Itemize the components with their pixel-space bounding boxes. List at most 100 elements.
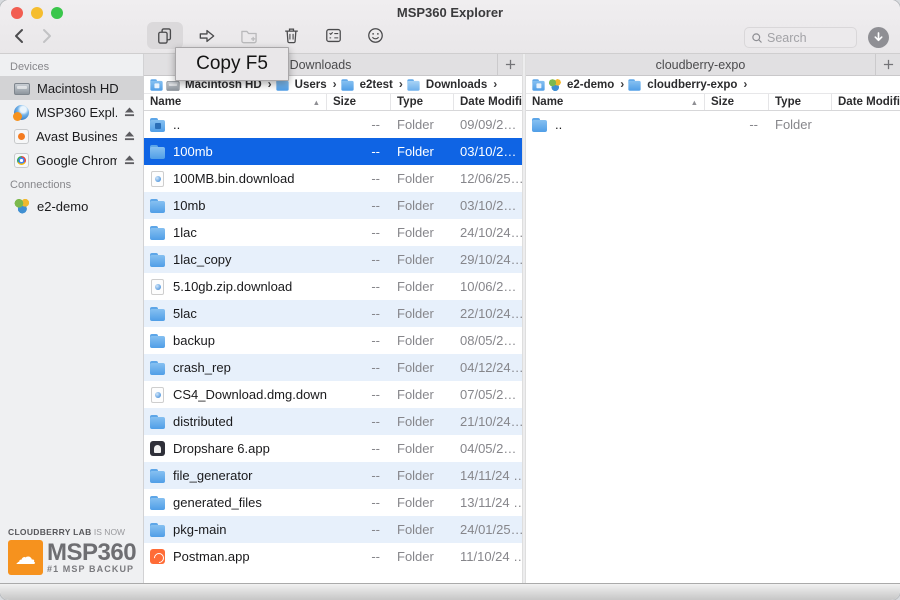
column-header-name[interactable]: Name: [526, 94, 705, 110]
breadcrumb-item-downloads[interactable]: Downloads: [405, 77, 487, 93]
file-name-cell: ..: [526, 117, 705, 133]
column-header-name[interactable]: Name: [144, 94, 327, 110]
breadcrumb-label: Users: [295, 79, 327, 91]
window-bottom-edge[interactable]: [0, 583, 900, 600]
file-row-1lac-copy[interactable]: 1lac_copy--Folder29/10/24…: [144, 246, 522, 273]
file-date-cell: 14/11/24 …: [454, 468, 522, 483]
download-icon: [873, 32, 884, 44]
file-size-cell: --: [327, 495, 391, 510]
file-row-100mb-bin-download[interactable]: 100MB.bin.download--Folder12/06/25…: [144, 165, 522, 192]
file-row-file-generator[interactable]: file_generator--Folder14/11/24 …: [144, 462, 522, 489]
checklist-icon: [324, 26, 343, 45]
column-header-size[interactable]: Size: [327, 94, 391, 110]
eject-icon[interactable]: [124, 129, 135, 144]
file-name-cell: file_generator: [144, 468, 327, 484]
chevron-left-icon: [12, 28, 26, 44]
plus-icon: [505, 59, 516, 70]
file-name-cell: 10mb: [144, 198, 327, 214]
file-row-postman-app[interactable]: Postman.app--Folder11/10/24 …: [144, 543, 522, 570]
sidebar-item-label: Avast Busines...: [36, 129, 117, 144]
new-tab-button-left[interactable]: [497, 54, 522, 75]
e2-demo-icon: [14, 198, 30, 214]
logo-tagline-top: CLOUDBERRY LAB IS NOW: [8, 527, 138, 537]
file-row-5-10gb-zip-download[interactable]: 5.10gb.zip.download --Folder10/06/2…: [144, 273, 522, 300]
file-name-cell: 5.10gb.zip.download: [144, 279, 327, 295]
sidebar-item-avast-busines[interactable]: Avast Busines...: [0, 124, 143, 148]
file-row-distributed[interactable]: distributed--Folder21/10/24…: [144, 408, 522, 435]
eject-icon[interactable]: [124, 153, 135, 168]
file-date-cell: 10/06/2…: [454, 279, 522, 294]
file-type-cell: Folder: [391, 279, 454, 294]
search-field[interactable]: [744, 27, 857, 48]
back-button[interactable]: [8, 25, 30, 47]
file-size-cell: --: [327, 414, 391, 429]
file-name: ..: [173, 117, 180, 132]
sidebar-item-msp360-expl[interactable]: MSP360 Expl...: [0, 100, 143, 124]
options-button[interactable]: [323, 22, 343, 49]
sidebar-item-google-chrome[interactable]: Google Chrome: [0, 148, 143, 172]
file-row-100mb[interactable]: 100mb--Folder03/10/2…: [144, 138, 522, 165]
msp360-icon: [14, 105, 29, 120]
new-tab-button-right[interactable]: [875, 54, 900, 75]
file-name: 5.10gb.zip.download: [173, 279, 292, 294]
folder-icon: [149, 198, 166, 214]
file-type-cell: Folder: [391, 144, 454, 159]
title-bar: MSP360 Explorer: [0, 0, 900, 54]
file-size-cell: --: [327, 144, 391, 159]
new-folder-button[interactable]: [239, 22, 259, 49]
file-date-cell: 12/06/25…: [454, 171, 522, 186]
file-row-10mb[interactable]: 10mb--Folder03/10/2…: [144, 192, 522, 219]
file-row-[interactable]: ..--Folder: [526, 111, 900, 138]
move-button[interactable]: [197, 22, 217, 49]
chevron-separator-icon: [493, 77, 497, 91]
folder-icon: [149, 144, 166, 160]
file-type-cell: Folder: [391, 117, 454, 132]
copy-button[interactable]: [147, 22, 183, 49]
file-row-dropshare-6-app[interactable]: Dropshare 6.app--Folder04/05/2…: [144, 435, 522, 462]
file-date-cell: 13/11/24 …: [454, 495, 522, 510]
column-header-date[interactable]: Date Modifie: [832, 94, 900, 110]
file-size-cell: --: [327, 279, 391, 294]
file-row-backup[interactable]: backup--Folder08/05/2…: [144, 327, 522, 354]
file-row-crash-rep[interactable]: crash_rep--Folder04/12/24…: [144, 354, 522, 381]
file-type-cell: Folder: [391, 387, 454, 402]
file-name: file_generator: [173, 468, 253, 483]
file-row-[interactable]: ..--Folder09/09/2…: [144, 111, 522, 138]
file-size-cell: --: [327, 549, 391, 564]
feedback-button[interactable]: [365, 22, 385, 49]
folder-icon: [149, 495, 166, 511]
delete-button[interactable]: [281, 22, 301, 49]
folder-up-icon: [149, 117, 166, 133]
file-name: 1lac: [173, 225, 197, 240]
breadcrumb-item-e2-demo[interactable]: e2-demo: [547, 77, 614, 93]
file-date-cell: 03/10/2…: [454, 144, 522, 159]
breadcrumb-item-e2test[interactable]: e2test: [339, 77, 393, 93]
file-row-generated-files[interactable]: generated_files--Folder13/11/24 …: [144, 489, 522, 516]
forward-button[interactable]: [36, 25, 58, 47]
file-type-cell: Folder: [391, 441, 454, 456]
file-size-cell: --: [327, 360, 391, 375]
breadcrumb-item-cloudberry-expo[interactable]: cloudberry-expo: [626, 77, 737, 93]
column-header-type[interactable]: Type: [769, 94, 832, 110]
column-header-date[interactable]: Date Modifie: [454, 94, 522, 110]
file-row-cs4-download-dmg-downl[interactable]: CS4_Download.dmg.downl…--Folder07/05/2…: [144, 381, 522, 408]
sidebar-item-macintosh-hd[interactable]: Macintosh HD: [0, 76, 143, 100]
new-folder-icon: [239, 26, 259, 46]
downloads-button[interactable]: [868, 27, 889, 48]
file-size-cell: --: [327, 522, 391, 537]
file-name-cell: ..: [144, 117, 327, 133]
file-row-pkg-main[interactable]: pkg-main--Folder24/01/25…: [144, 516, 522, 543]
file-size-cell: --: [327, 306, 391, 321]
folder-icon: [149, 414, 166, 430]
tab-cloudberry-expo[interactable]: cloudberry-expo: [526, 54, 875, 75]
sidebar-item-e2-demo[interactable]: e2-demo: [0, 194, 143, 218]
search-input[interactable]: [767, 31, 847, 45]
file-type-cell: Folder: [391, 252, 454, 267]
column-header-type[interactable]: Type: [391, 94, 454, 110]
eject-icon[interactable]: [124, 105, 135, 120]
file-download-icon: [151, 387, 164, 403]
file-size-cell: --: [327, 225, 391, 240]
file-row-5lac[interactable]: 5lac--Folder22/10/24…: [144, 300, 522, 327]
file-row-1lac[interactable]: 1lac--Folder24/10/24…: [144, 219, 522, 246]
column-header-size[interactable]: Size: [705, 94, 769, 110]
